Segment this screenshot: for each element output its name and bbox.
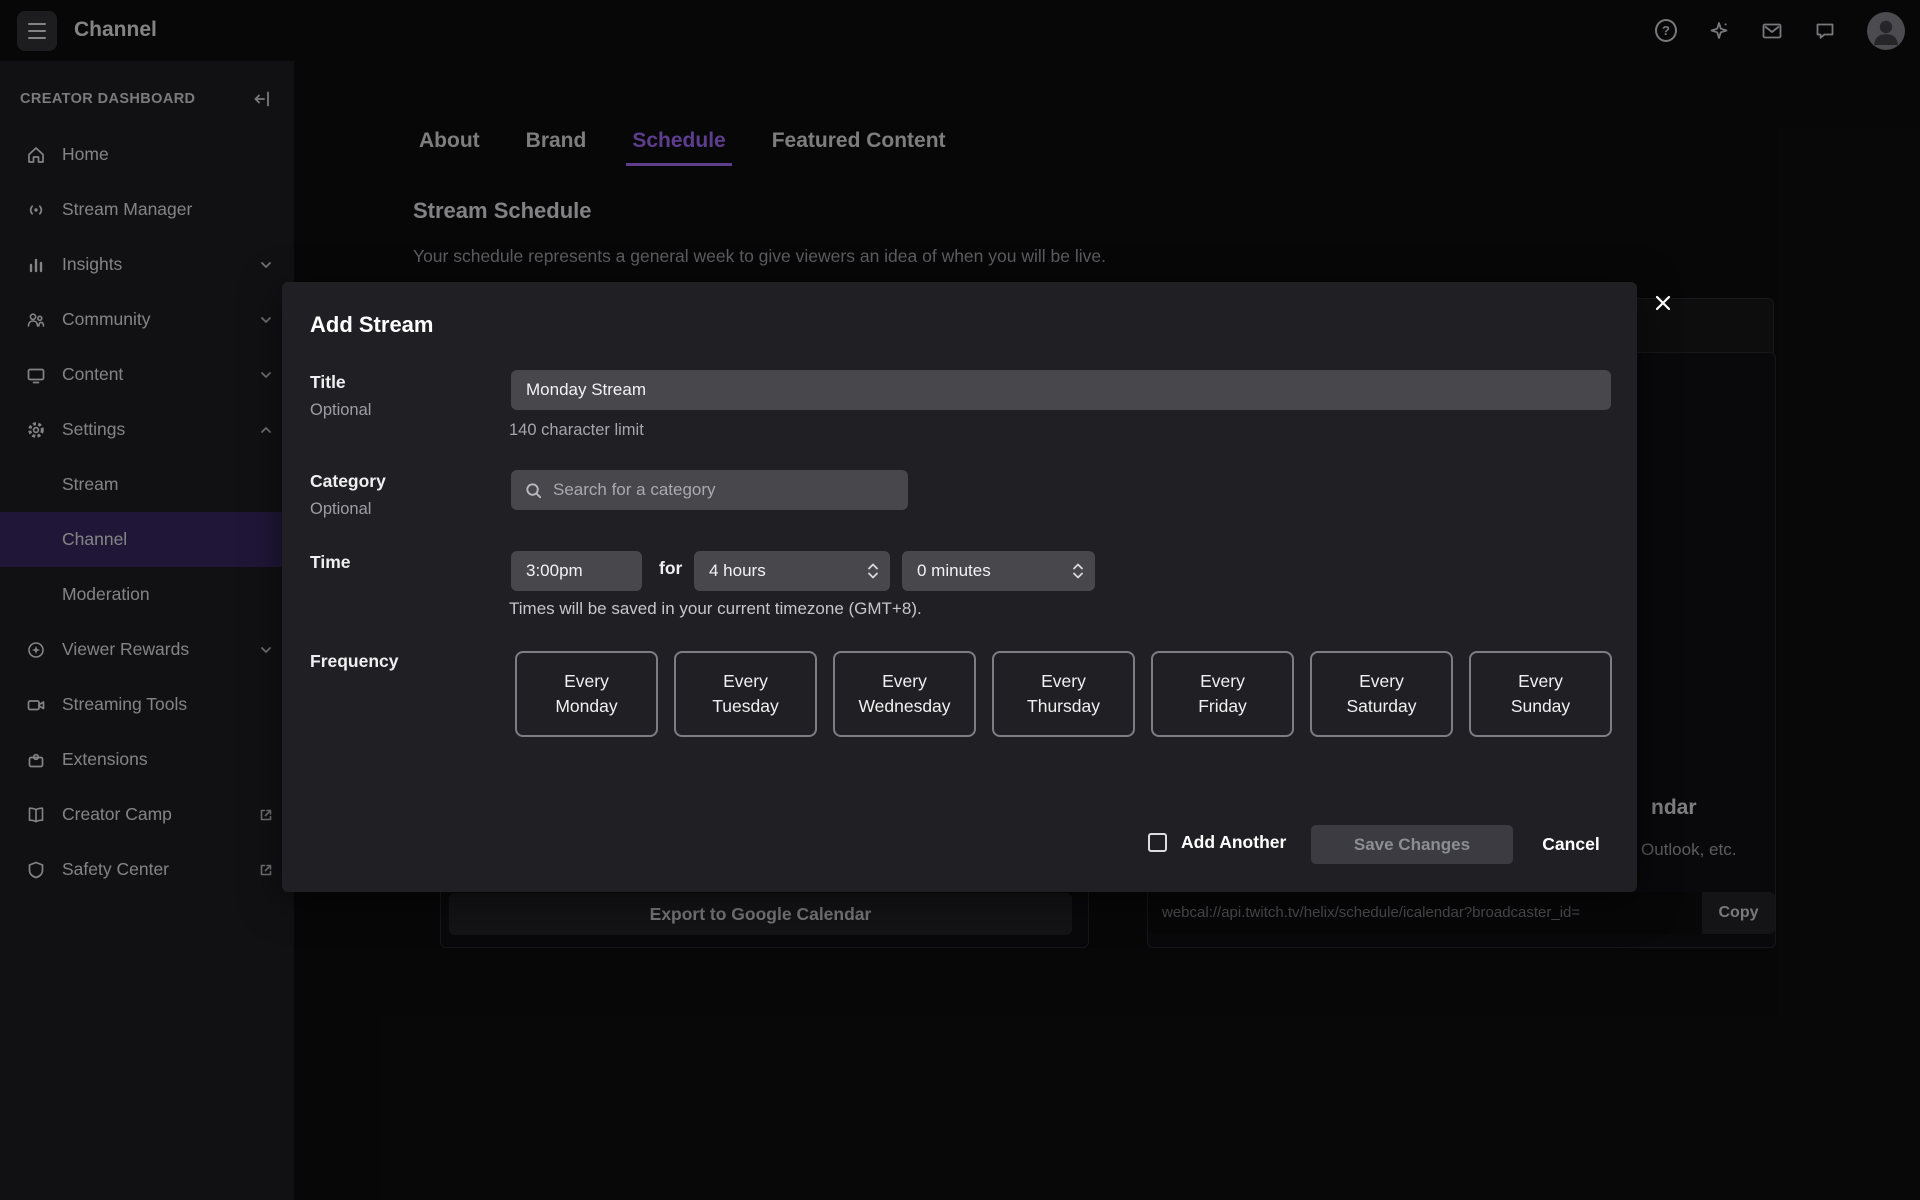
category-search	[511, 470, 908, 510]
frequency-word: Every	[1200, 669, 1245, 694]
start-time-input[interactable]	[511, 551, 642, 591]
modal-title: Add Stream	[310, 312, 433, 338]
duration-hours-value: 4 hours	[709, 561, 766, 581]
frequency-day: Friday	[1198, 694, 1247, 719]
frequency-monday-button[interactable]: Every Monday	[515, 651, 658, 737]
frequency-wednesday-button[interactable]: Every Wednesday	[833, 651, 976, 737]
title-helper-text: 140 character limit	[509, 421, 644, 440]
frequency-day: Thursday	[1027, 694, 1100, 719]
timezone-note: Times will be saved in your current time…	[509, 599, 922, 619]
frequency-label: Frequency	[310, 651, 399, 672]
frequency-day: Wednesday	[858, 694, 950, 719]
duration-minutes-select[interactable]: 0 minutes	[902, 551, 1095, 591]
frequency-day: Monday	[555, 694, 617, 719]
category-optional-label: Optional	[310, 500, 371, 519]
category-label: Category	[310, 471, 386, 492]
duration-minutes-value: 0 minutes	[917, 561, 991, 581]
title-label: Title	[310, 372, 346, 393]
frequency-thursday-button[interactable]: Every Thursday	[992, 651, 1135, 737]
screen: Channel	[0, 0, 1920, 1200]
duration-hours-select[interactable]: 4 hours	[694, 551, 890, 591]
frequency-word: Every	[1041, 669, 1086, 694]
frequency-day: Sunday	[1511, 694, 1570, 719]
title-optional-label: Optional	[310, 401, 371, 420]
category-search-input[interactable]	[511, 470, 908, 510]
frequency-word: Every	[1518, 669, 1563, 694]
add-another-checkbox[interactable]	[1148, 833, 1167, 852]
stepper-icon	[867, 560, 879, 582]
frequency-tuesday-button[interactable]: Every Tuesday	[674, 651, 817, 737]
stepper-icon	[1072, 560, 1084, 582]
time-label: Time	[310, 552, 351, 573]
frequency-day: Tuesday	[712, 694, 778, 719]
save-changes-button[interactable]: Save Changes	[1311, 825, 1513, 864]
frequency-sunday-button[interactable]: Every Sunday	[1469, 651, 1612, 737]
frequency-options: Every Monday Every Tuesday Every Wednesd…	[515, 651, 1612, 737]
cancel-button[interactable]: Cancel	[1532, 825, 1610, 864]
for-label: for	[659, 558, 682, 579]
frequency-word: Every	[1359, 669, 1404, 694]
add-another-label[interactable]: Add Another	[1181, 832, 1286, 853]
frequency-friday-button[interactable]: Every Friday	[1151, 651, 1294, 737]
frequency-saturday-button[interactable]: Every Saturday	[1310, 651, 1453, 737]
frequency-word: Every	[564, 669, 609, 694]
frequency-word: Every	[723, 669, 768, 694]
modal-close-icon[interactable]	[1648, 288, 1678, 318]
add-stream-modal: Add Stream Title Optional 140 character …	[282, 282, 1637, 892]
frequency-word: Every	[882, 669, 927, 694]
frequency-day: Saturday	[1346, 694, 1416, 719]
title-input[interactable]	[511, 370, 1611, 410]
